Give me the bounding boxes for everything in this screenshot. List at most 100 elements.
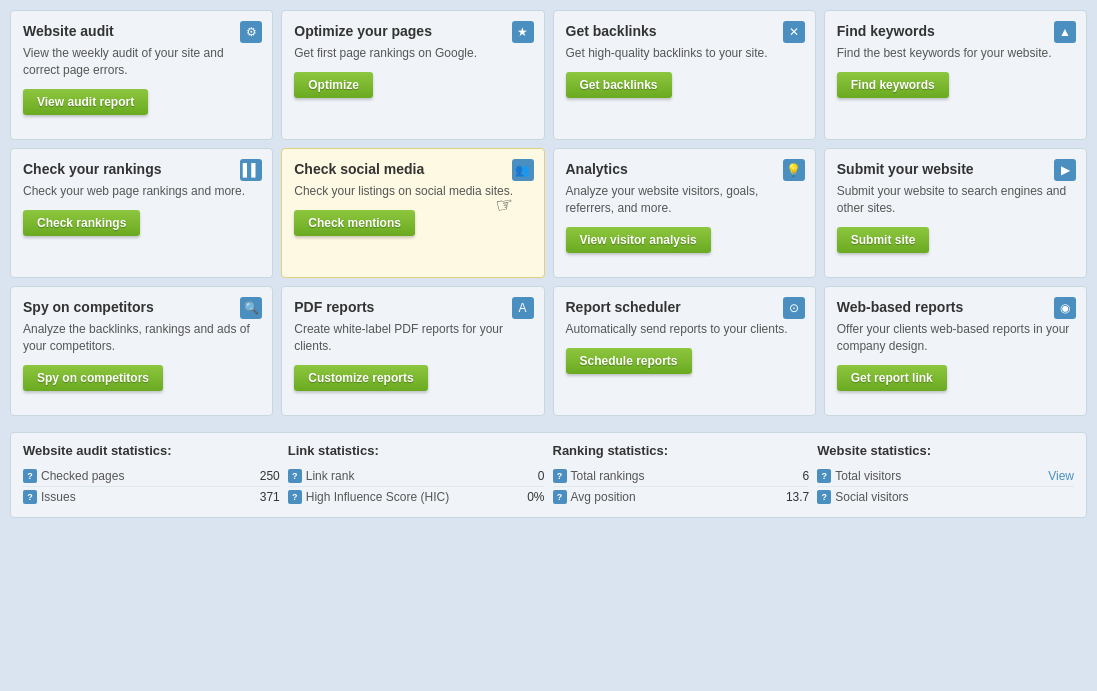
stats-col-3: Website statistics: ? Total visitors Vie…: [817, 443, 1074, 507]
card-btn-get-backlinks[interactable]: Get backlinks: [566, 72, 672, 98]
stats-title-3: Website statistics:: [817, 443, 1074, 458]
card-title-spy-competitors: Spy on competitors: [23, 299, 260, 315]
card-btn-web-based-reports[interactable]: Get report link: [837, 365, 947, 391]
card-desc-spy-competitors: Analyze the backlinks, rankings and ads …: [23, 321, 260, 355]
stats-value-1-1: 0%: [527, 490, 544, 504]
card-icon-report-scheduler: ⊙: [783, 297, 805, 319]
card-pdf-reports: PDF reports A Create white-label PDF rep…: [281, 286, 544, 416]
stats-grid: Website audit statistics: ? Checked page…: [23, 443, 1074, 507]
card-btn-spy-competitors[interactable]: Spy on competitors: [23, 365, 163, 391]
card-desc-check-rankings: Check your web page rankings and more.: [23, 183, 260, 200]
card-icon-analytics: 💡: [783, 159, 805, 181]
help-icon-3-1: ?: [817, 490, 831, 504]
stats-title-2: Ranking statistics:: [553, 443, 810, 458]
help-icon-2-0: ?: [553, 469, 567, 483]
stats-section: Website audit statistics: ? Checked page…: [10, 432, 1087, 518]
card-icon-spy-competitors: 🔍: [240, 297, 262, 319]
stats-value-0-0: 250: [260, 469, 280, 483]
stats-label-2-0: ? Total rankings: [553, 469, 645, 483]
help-icon-2-1: ?: [553, 490, 567, 504]
card-optimize-pages: Optimize your pages ★ Get first page ran…: [281, 10, 544, 140]
help-icon-0-0: ?: [23, 469, 37, 483]
card-icon-check-rankings: ▌▌: [240, 159, 262, 181]
card-title-check-social-media: Check social media: [294, 161, 531, 177]
card-check-social-media: Check social media 👥 Check your listings…: [281, 148, 544, 278]
card-desc-analytics: Analyze your website visitors, goals, re…: [566, 183, 803, 217]
card-title-pdf-reports: PDF reports: [294, 299, 531, 315]
stats-label-2-1: ? Avg position: [553, 490, 636, 504]
stats-label-0-0: ? Checked pages: [23, 469, 124, 483]
card-btn-submit-website[interactable]: Submit site: [837, 227, 930, 253]
card-title-web-based-reports: Web-based reports: [837, 299, 1074, 315]
card-btn-optimize-pages[interactable]: Optimize: [294, 72, 373, 98]
card-icon-check-social-media: 👥: [512, 159, 534, 181]
card-icon-get-backlinks: ✕: [783, 21, 805, 43]
card-get-backlinks: Get backlinks ✕ Get high-quality backlin…: [553, 10, 816, 140]
stats-value-0-1: 371: [260, 490, 280, 504]
cursor-icon: ☞: [494, 192, 516, 219]
stats-row-2-1: ? Avg position 13.7: [553, 487, 810, 507]
card-title-report-scheduler: Report scheduler: [566, 299, 803, 315]
help-icon-3-0: ?: [817, 469, 831, 483]
card-desc-website-audit: View the weekly audit of your site and c…: [23, 45, 260, 79]
card-desc-find-keywords: Find the best keywords for your website.: [837, 45, 1074, 62]
stats-col-2: Ranking statistics: ? Total rankings 6 ?…: [553, 443, 810, 507]
card-submit-website: Submit your website ▶ Submit your websit…: [824, 148, 1087, 278]
stats-row-1-0: ? Link rank 0: [288, 466, 545, 487]
card-title-submit-website: Submit your website: [837, 161, 1074, 177]
stats-value-2-0: 6: [803, 469, 810, 483]
card-icon-find-keywords: ▲: [1054, 21, 1076, 43]
card-spy-competitors: Spy on competitors 🔍 Analyze the backlin…: [10, 286, 273, 416]
stats-label-1-0: ? Link rank: [288, 469, 355, 483]
card-title-website-audit: Website audit: [23, 23, 260, 39]
card-btn-pdf-reports[interactable]: Customize reports: [294, 365, 427, 391]
card-website-audit: Website audit ⚙ View the weekly audit of…: [10, 10, 273, 140]
stats-value-2-1: 13.7: [786, 490, 809, 504]
stats-row-2-0: ? Total rankings 6: [553, 466, 810, 487]
card-desc-get-backlinks: Get high-quality backlinks to your site.: [566, 45, 803, 62]
stats-value-1-0: 0: [538, 469, 545, 483]
card-check-rankings: Check your rankings ▌▌ Check your web pa…: [10, 148, 273, 278]
stats-title-0: Website audit statistics:: [23, 443, 280, 458]
card-btn-analytics[interactable]: View visitor analysis: [566, 227, 711, 253]
card-analytics: Analytics 💡 Analyze your website visitor…: [553, 148, 816, 278]
stats-row-0-1: ? Issues 371: [23, 487, 280, 507]
card-btn-report-scheduler[interactable]: Schedule reports: [566, 348, 692, 374]
stats-col-0: Website audit statistics: ? Checked page…: [23, 443, 280, 507]
card-icon-pdf-reports: A: [512, 297, 534, 319]
card-desc-optimize-pages: Get first page rankings on Google.: [294, 45, 531, 62]
card-find-keywords: Find keywords ▲ Find the best keywords f…: [824, 10, 1087, 140]
stats-title-1: Link statistics:: [288, 443, 545, 458]
help-icon-1-1: ?: [288, 490, 302, 504]
card-desc-submit-website: Submit your website to search engines an…: [837, 183, 1074, 217]
card-icon-web-based-reports: ◉: [1054, 297, 1076, 319]
stats-label-3-1: ? Social visitors: [817, 490, 908, 504]
card-btn-check-rankings[interactable]: Check rankings: [23, 210, 140, 236]
stats-label-3-0: ? Total visitors: [817, 469, 901, 483]
stats-link-3-0[interactable]: View: [1048, 469, 1074, 483]
card-title-get-backlinks: Get backlinks: [566, 23, 803, 39]
stats-label-0-1: ? Issues: [23, 490, 76, 504]
help-icon-0-1: ?: [23, 490, 37, 504]
card-web-based-reports: Web-based reports ◉ Offer your clients w…: [824, 286, 1087, 416]
card-desc-web-based-reports: Offer your clients web-based reports in …: [837, 321, 1074, 355]
card-title-analytics: Analytics: [566, 161, 803, 177]
card-btn-website-audit[interactable]: View audit report: [23, 89, 148, 115]
card-title-find-keywords: Find keywords: [837, 23, 1074, 39]
card-title-optimize-pages: Optimize your pages: [294, 23, 531, 39]
card-btn-check-social-media[interactable]: Check mentions: [294, 210, 415, 236]
card-report-scheduler: Report scheduler ⊙ Automatically send re…: [553, 286, 816, 416]
cards-grid: Website audit ⚙ View the weekly audit of…: [10, 10, 1087, 416]
stats-row-0-0: ? Checked pages 250: [23, 466, 280, 487]
card-icon-website-audit: ⚙: [240, 21, 262, 43]
stats-row-1-1: ? High Influence Score (HIC) 0%: [288, 487, 545, 507]
card-title-check-rankings: Check your rankings: [23, 161, 260, 177]
stats-row-3-0: ? Total visitors View: [817, 466, 1074, 487]
card-btn-find-keywords[interactable]: Find keywords: [837, 72, 949, 98]
help-icon-1-0: ?: [288, 469, 302, 483]
stats-label-1-1: ? High Influence Score (HIC): [288, 490, 449, 504]
card-desc-pdf-reports: Create white-label PDF reports for your …: [294, 321, 531, 355]
card-icon-optimize-pages: ★: [512, 21, 534, 43]
stats-col-1: Link statistics: ? Link rank 0 ? High In…: [288, 443, 545, 507]
stats-row-3-1: ? Social visitors: [817, 487, 1074, 507]
